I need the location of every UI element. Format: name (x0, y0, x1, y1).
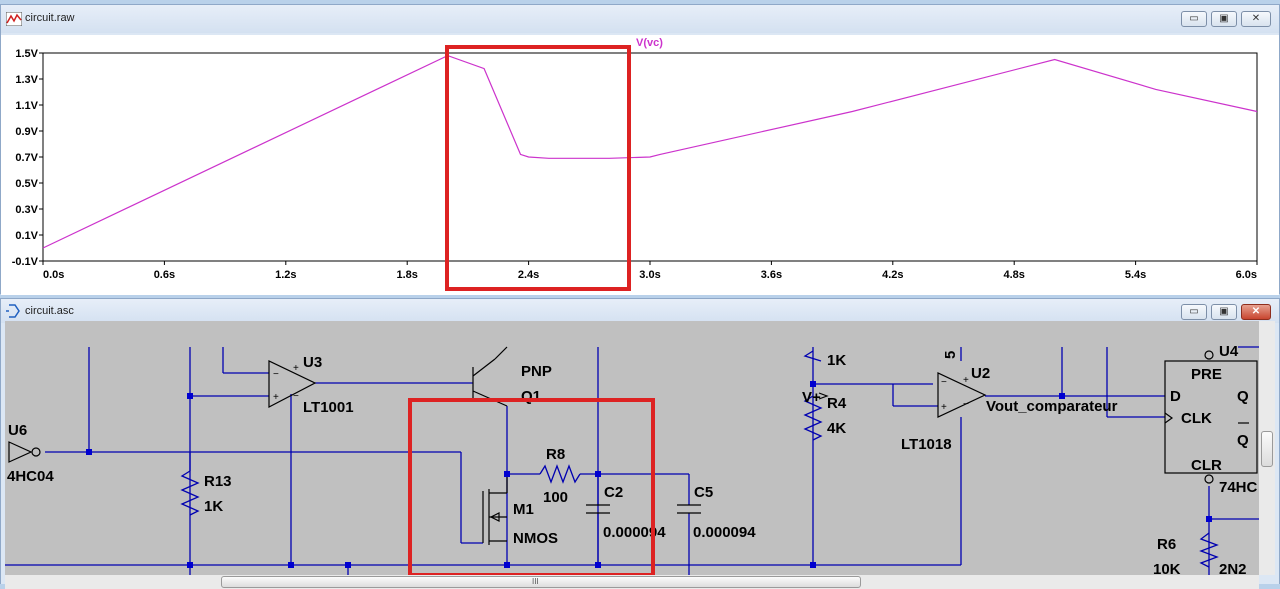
y-tick-label: 0.3V (15, 204, 38, 216)
maximize-icon: ▣ (1219, 306, 1229, 317)
label-c5-value[interactable]: 0.000094 (693, 524, 756, 541)
label-lt1001[interactable]: LT1001 (303, 399, 354, 416)
label-c5[interactable]: C5 (694, 484, 713, 501)
scroll-grip-icon: III (532, 577, 539, 586)
waveform-icon (6, 12, 22, 26)
x-tick-label: 0.0s (43, 269, 64, 281)
label-r8-value[interactable]: 100 (543, 489, 568, 506)
label-vout-comparateur[interactable]: Vout_comparateur (986, 398, 1118, 415)
plot-window-titlebar[interactable]: circuit.raw ▭ ▣ ✕ (1, 5, 1279, 33)
y-tick-label: 1.3V (15, 74, 38, 86)
maximize-icon: ▣ (1219, 13, 1229, 24)
svg-text:−: − (273, 369, 279, 380)
label-c2-value[interactable]: 0.000094 (603, 524, 666, 541)
schematic-window-title: circuit.asc (25, 305, 74, 317)
close-button[interactable]: ✕ (1241, 11, 1271, 27)
vertical-scrollbar[interactable] (1259, 321, 1275, 575)
highlight-box (445, 45, 631, 291)
y-tick-label: 0.1V (15, 230, 38, 242)
svg-text:+: + (273, 392, 279, 403)
svg-text:+: + (293, 363, 299, 374)
x-tick-label: 6.0s (1236, 269, 1257, 281)
svg-text:−: − (963, 399, 969, 410)
label-r6-value[interactable]: 10K (1153, 561, 1181, 575)
waveform-plot[interactable]: 1.5V 1.3V 1.1V 0.9V 0.7V 0.5V 0.3V 0.1V -0.1V 0.0… (1, 35, 1279, 295)
label-u6[interactable]: U6 (8, 422, 27, 439)
label-pnp[interactable]: PNP (521, 363, 552, 380)
y-tick-label: 1.1V (15, 100, 38, 112)
x-tick-label: 2.4s (518, 269, 539, 281)
horizontal-scroll-thumb[interactable]: III (221, 576, 861, 588)
svg-text:+: + (941, 402, 947, 413)
label-d[interactable]: D (1170, 388, 1181, 405)
schematic-icon (6, 304, 20, 318)
x-tick-label: 1.2s (275, 269, 296, 281)
maximize-button[interactable]: ▣ (1211, 11, 1237, 27)
trace-v-vc[interactable] (42, 54, 1258, 249)
label-2n2[interactable]: 2N2 (1219, 561, 1247, 575)
vertical-scroll-thumb[interactable] (1261, 431, 1273, 467)
minimize-button[interactable]: ▭ (1181, 11, 1207, 27)
minimize-icon: ▭ (1189, 13, 1199, 24)
svg-text:+: + (963, 375, 969, 386)
close-button[interactable]: ✕ (1241, 304, 1271, 320)
label-c2[interactable]: C2 (604, 484, 623, 501)
label-qbar[interactable]: Q (1237, 432, 1249, 449)
label-q1[interactable]: Q1 (521, 388, 541, 405)
y-tick-label: -0.1V (12, 256, 39, 268)
label-r8[interactable]: R8 (546, 446, 565, 463)
y-tick-label: 0.9V (15, 126, 38, 138)
y-tick-label: 0.5V (15, 178, 38, 190)
label-m1[interactable]: M1 (513, 501, 534, 518)
schematic-canvas[interactable]: + − − + + − − + U3 LT1001 PNP Q1 U6 4HC0… (5, 321, 1259, 575)
label-q[interactable]: Q (1237, 388, 1249, 405)
minimize-button[interactable]: ▭ (1181, 304, 1207, 320)
label-r13-value[interactable]: 1K (204, 498, 223, 515)
label-clr[interactable]: CLR (1191, 457, 1222, 474)
label-nmos[interactable]: NMOS (513, 530, 558, 547)
label-5[interactable]: 5 (942, 351, 959, 359)
label-v-plus[interactable]: V+ (802, 389, 821, 406)
y-tick-label: 0.7V (15, 152, 38, 164)
label-clk[interactable]: CLK (1181, 410, 1212, 427)
plot-window: circuit.raw ▭ ▣ ✕ 1.5V 1.3V 1.1V 0.9V 0.7V 0.… (0, 4, 1280, 295)
close-icon: ✕ (1251, 306, 1261, 317)
label-4hc04[interactable]: 4HC04 (7, 468, 54, 485)
schematic-window: circuit.asc ▭ ▣ ✕ + − − + + − − + U3 LT1… (0, 298, 1280, 589)
waveform-chart[interactable]: 1.5V 1.3V 1.1V 0.9V 0.7V 0.5V 0.3V 0.1V -0.1V 0.0… (1, 35, 1279, 295)
svg-text:−: − (293, 391, 299, 402)
x-tick-label: 5.4s (1125, 269, 1146, 281)
x-tick-label: 3.6s (761, 269, 782, 281)
label-r4-value[interactable]: 4K (827, 420, 846, 437)
label-r6[interactable]: R6 (1157, 536, 1176, 553)
label-r13[interactable]: R13 (204, 473, 232, 490)
label-pre[interactable]: PRE (1191, 366, 1222, 383)
label-r4[interactable]: R4 (827, 395, 847, 412)
close-icon: ✕ (1251, 13, 1261, 24)
x-tick-label: 4.8s (1003, 269, 1024, 281)
plot-window-title: circuit.raw (25, 12, 75, 24)
label-u3[interactable]: U3 (303, 354, 322, 371)
y-tick-label: 1.5V (15, 48, 38, 60)
label-lt1018[interactable]: LT1018 (901, 436, 952, 453)
label-u2[interactable]: U2 (971, 365, 990, 382)
minimize-icon: ▭ (1189, 306, 1199, 317)
label-u4[interactable]: U4 (1219, 343, 1239, 360)
trace-label[interactable]: V(vc) (636, 37, 663, 49)
x-tick-label: 3.0s (639, 269, 660, 281)
label-r-1k[interactable]: 1K (827, 352, 846, 369)
x-tick-label: 4.2s (882, 269, 903, 281)
x-tick-label: 1.8s (396, 269, 417, 281)
maximize-button[interactable]: ▣ (1211, 304, 1237, 320)
svg-text:−: − (941, 377, 947, 388)
horizontal-scrollbar[interactable]: III (5, 575, 1259, 589)
x-tick-label: 0.6s (154, 269, 175, 281)
schematic-window-titlebar[interactable]: circuit.asc ▭ ▣ ✕ (1, 299, 1279, 323)
label-74hc[interactable]: 74HC (1219, 479, 1258, 496)
